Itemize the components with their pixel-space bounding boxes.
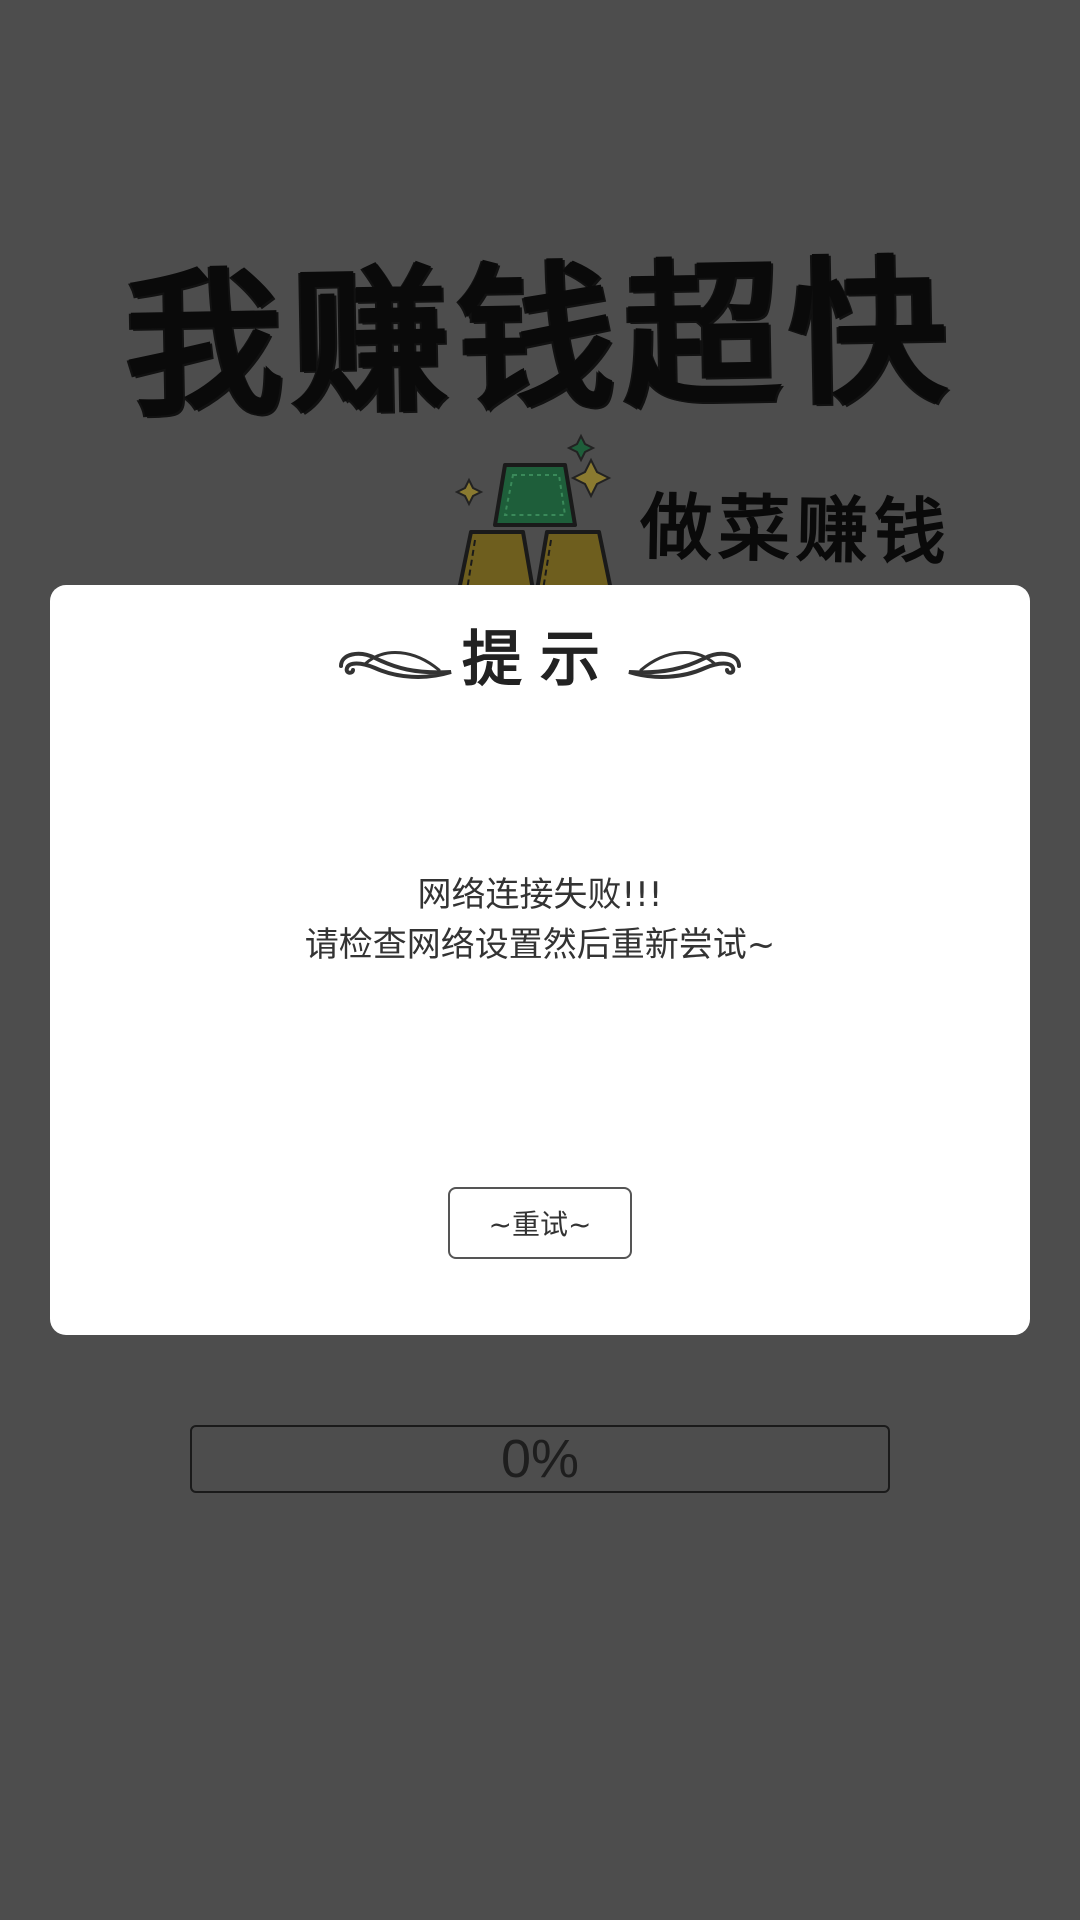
game-title: 我赚钱超快 <box>123 239 957 440</box>
flourish-left-icon <box>339 651 452 679</box>
error-message-line1: 网络连接失败!!! <box>417 875 663 915</box>
gold-bars-icon <box>455 433 613 590</box>
progress-label: 0% <box>500 1429 580 1489</box>
dialog-title: 提示 <box>462 625 618 695</box>
error-message-line2: 请检查网络设置然后重新尝试~ <box>304 925 776 965</box>
flourish-right-icon <box>628 651 741 679</box>
alert-dialog: 提示 网络连接失败!!! 请检查网络设置然后重新尝试~ ~重试~ <box>50 585 1030 1335</box>
dialog-header: 提示 <box>50 615 1030 705</box>
error-message: 网络连接失败!!! 请检查网络设置然后重新尝试~ <box>50 870 1030 970</box>
retry-button[interactable]: ~重试~ <box>448 1187 632 1259</box>
loading-progress-bar: 0% <box>190 1425 890 1493</box>
game-subtitle: 做菜赚钱 <box>639 484 953 575</box>
